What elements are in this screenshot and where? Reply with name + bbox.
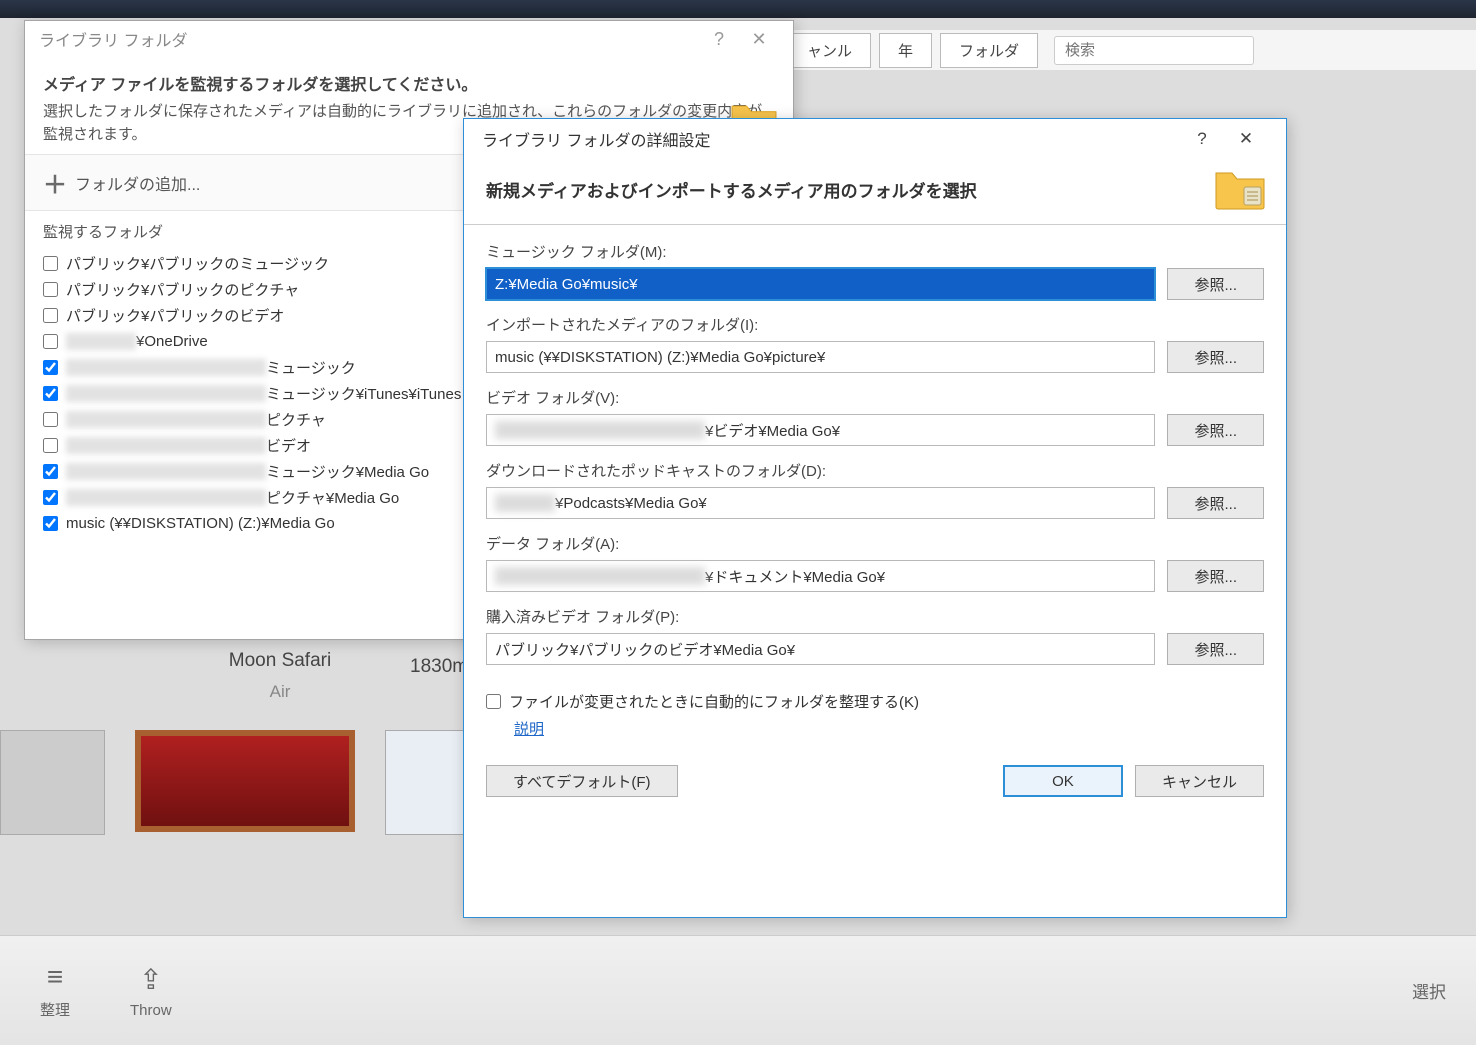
import-folder-label: インポートされたメディアのフォルダ(I): <box>486 314 1264 335</box>
folder-path-suffix: ミュージック¥Media Go <box>266 461 429 482</box>
folder-path-suffix: ¥OneDrive <box>136 333 208 350</box>
folder-checkbox[interactable] <box>43 464 58 479</box>
throw-label: Throw <box>130 1002 172 1019</box>
folder-path-label: music (¥¥DISKSTATION) (Z:)¥Media Go <box>66 515 335 532</box>
import-folder-input[interactable] <box>486 341 1155 373</box>
album-title: Moon Safari <box>150 650 410 672</box>
folder-path-suffix: ビデオ <box>266 435 311 456</box>
album-thumb[interactable] <box>0 730 105 835</box>
podcast-folder-input[interactable]: ¥Podcasts¥Media Go¥ <box>486 487 1155 519</box>
advanced-folder-dialog: ライブラリ フォルダの詳細設定 ? ✕ 新規メディアおよびインポートするメディア… <box>463 118 1287 918</box>
video-folder-label: ビデオ フォルダ(V): <box>486 387 1264 408</box>
path-suffix: ¥ドキュメント¥Media Go¥ <box>705 566 885 587</box>
tab-year[interactable]: 年 <box>879 33 932 68</box>
redacted-text <box>66 333 136 350</box>
auto-organize-label: ファイルが変更されたときに自動的にフォルダを整理する(K) <box>509 691 919 712</box>
redacted-text <box>66 359 266 376</box>
dialog-titlebar[interactable]: ライブラリ フォルダの詳細設定 ? ✕ <box>464 119 1286 159</box>
organize-label: 整理 <box>40 999 70 1020</box>
tab-channel[interactable]: ャンル <box>788 33 871 68</box>
redacted-text <box>495 421 705 439</box>
search-input[interactable] <box>1054 36 1254 65</box>
dialog-heading: メディア ファイルを監視するフォルダを選択してください。 <box>43 71 775 95</box>
album-thumb[interactable] <box>135 730 355 832</box>
app-topbar <box>0 0 1476 18</box>
path-suffix: ¥ビデオ¥Media Go¥ <box>705 420 840 441</box>
tab-folder[interactable]: フォルダ <box>940 33 1038 68</box>
data-browse-button[interactable]: 参照... <box>1167 560 1264 592</box>
data-folder-label: データ フォルダ(A): <box>486 533 1264 554</box>
throw-button[interactable]: ⇪ Throw <box>130 963 172 1019</box>
redacted-text <box>66 437 266 454</box>
podcast-browse-button[interactable]: 参照... <box>1167 487 1264 519</box>
organize-button[interactable]: ≡ 整理 <box>40 961 70 1020</box>
folder-checkbox[interactable] <box>43 438 58 453</box>
folder-checkbox[interactable] <box>43 282 58 297</box>
pvideo-folder-input[interactable] <box>486 633 1155 665</box>
explain-link[interactable]: 説明 <box>514 721 544 738</box>
dialog-title: ライブラリ フォルダ <box>39 27 187 51</box>
pvideo-folder-label: 購入済みビデオ フォルダ(P): <box>486 606 1264 627</box>
redacted-text <box>495 567 705 585</box>
redacted-text <box>495 494 555 512</box>
data-folder-input[interactable]: ¥ドキュメント¥Media Go¥ <box>486 560 1155 592</box>
redacted-text <box>66 489 266 506</box>
folder-checkbox[interactable] <box>43 490 58 505</box>
cancel-button[interactable]: キャンセル <box>1135 765 1264 797</box>
folder-checkbox[interactable] <box>43 360 58 375</box>
folder-checkbox[interactable] <box>43 334 58 349</box>
folder-checkbox[interactable] <box>43 308 58 323</box>
folder-checkbox[interactable] <box>43 516 58 531</box>
import-browse-button[interactable]: 参照... <box>1167 341 1264 373</box>
plus-icon: ＋ <box>43 165 67 200</box>
redacted-text <box>66 385 266 402</box>
video-browse-button[interactable]: 参照... <box>1167 414 1264 446</box>
folder-checkbox[interactable] <box>43 412 58 427</box>
folder-path-label: パブリック¥パブリックのビデオ <box>66 305 284 326</box>
album-grid <box>0 730 490 835</box>
redacted-text <box>66 463 266 480</box>
podcast-folder-label: ダウンロードされたポッドキャストのフォルダ(D): <box>486 460 1264 481</box>
dialog-titlebar[interactable]: ライブラリ フォルダ ? ✕ <box>25 21 793 57</box>
auto-organize-checkbox[interactable] <box>486 694 501 709</box>
video-folder-input[interactable]: ¥ビデオ¥Media Go¥ <box>486 414 1155 446</box>
add-folder-label: フォルダの追加... <box>75 171 200 195</box>
selection-label: 選択 <box>1412 978 1446 1003</box>
folder-path-suffix: ミュージック¥iTunes¥iTunes M <box>266 383 478 404</box>
close-button[interactable]: ✕ <box>739 29 779 50</box>
folder-icon <box>1214 163 1266 211</box>
folder-path-suffix: ミュージック <box>266 357 356 378</box>
stack-icon: ≡ <box>47 961 63 993</box>
redacted-text <box>66 411 266 428</box>
view-tab-bar: ャンル 年 フォルダ <box>780 30 1476 70</box>
ok-button[interactable]: OK <box>1003 765 1123 797</box>
help-button[interactable]: ? <box>1180 129 1224 149</box>
music-folder-label: ミュージック フォルダ(M): <box>486 241 1264 262</box>
dialog-title: ライブラリ フォルダの詳細設定 <box>482 127 710 151</box>
bottom-toolbar: ≡ 整理 ⇪ Throw 選択 <box>0 935 1476 1045</box>
album-artist: Air <box>150 682 410 702</box>
all-default-button[interactable]: すべてデフォルト(F) <box>486 765 678 797</box>
music-browse-button[interactable]: 参照... <box>1167 268 1264 300</box>
folder-path-suffix: ピクチャ <box>266 409 326 430</box>
folder-checkbox[interactable] <box>43 256 58 271</box>
music-folder-input[interactable] <box>486 268 1155 300</box>
close-button[interactable]: ✕ <box>1224 129 1268 149</box>
dialog-heading: 新規メディアおよびインポートするメディア用のフォルダを選択 <box>486 177 1264 202</box>
folder-path-label: パブリック¥パブリックのミュージック <box>66 253 329 274</box>
folder-checkbox[interactable] <box>43 386 58 401</box>
help-button[interactable]: ? <box>699 29 739 50</box>
folder-path-label: パブリック¥パブリックのピクチャ <box>66 279 299 300</box>
pvideo-browse-button[interactable]: 参照... <box>1167 633 1264 665</box>
album-meta: 1830m <box>410 656 468 678</box>
folder-path-suffix: ピクチャ¥Media Go <box>266 487 399 508</box>
throw-icon: ⇪ <box>139 963 162 996</box>
path-suffix: ¥Podcasts¥Media Go¥ <box>555 495 707 512</box>
